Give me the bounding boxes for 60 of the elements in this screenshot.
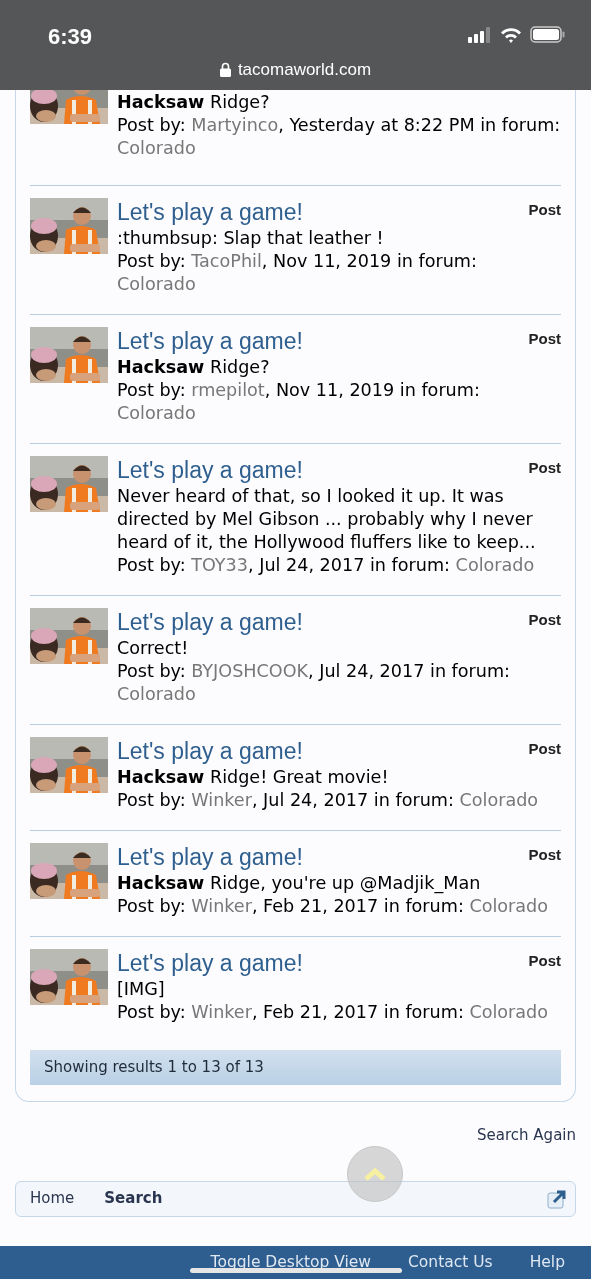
forum-link[interactable]: Colorado: [117, 138, 196, 158]
forum-link[interactable]: Colorado: [459, 790, 539, 810]
jump-icon[interactable]: [547, 1188, 567, 1209]
result-snippet: Hacksaw Ridge, you're up @Madjik_Man: [117, 872, 482, 895]
result-meta: Post by: Winker, Jul 24, 2017 in forum: Colorado: [117, 789, 540, 812]
breadcrumb-link[interactable]: Home: [30, 1187, 105, 1210]
lock-icon: [219, 62, 231, 78]
breadcrumb-link[interactable]: Search: [104, 1187, 193, 1210]
result-type-label: Post: [528, 739, 561, 759]
forum-link[interactable]: Colorado: [117, 403, 196, 423]
forum-link[interactable]: Colorado: [117, 684, 196, 704]
result-type-label: Post: [528, 951, 561, 971]
result-title-link[interactable]: Let's play a game!: [117, 948, 303, 978]
result-title-link[interactable]: Let's play a game!: [117, 455, 303, 485]
results-summary-bar: Showing results 1 to 13 of 13: [30, 1050, 561, 1085]
result-snippet: [IMG]: [117, 978, 166, 1001]
address-bar-url[interactable]: tacomaworld.com: [237, 57, 372, 83]
result-snippet: Hacksaw Ridge?: [117, 356, 271, 379]
author-link[interactable]: Martyinco: [191, 115, 279, 135]
result-meta: Post by: TOY33, Jul 24, 2017 in forum: Colorado: [117, 554, 536, 577]
result-type-label: Post: [528, 845, 561, 865]
footer-link[interactable]: Contact Us: [408, 1250, 493, 1275]
footer-link[interactable]: Help: [529, 1250, 565, 1275]
result-meta: Post by: BYJOSHCOOK, Jul 24, 2017 in forum: Colorado: [117, 660, 512, 706]
result-type-label: Post: [528, 610, 561, 630]
chevron-up-icon: [364, 1167, 386, 1181]
author-link[interactable]: Winker: [191, 790, 252, 810]
result-snippet: :thumbsup: Slap that leather !: [117, 227, 385, 250]
search-again-link[interactable]: Search Again: [477, 1124, 576, 1147]
forum-link[interactable]: Colorado: [117, 274, 196, 294]
result-meta: Post by: TacoPhil, Nov 11, 2019 in forum: Colorado: [117, 250, 478, 296]
result-type-label: Post: [528, 200, 561, 220]
result-title-link[interactable]: Let's play a game!: [117, 736, 303, 766]
result-title-link[interactable]: Let's play a game!: [117, 607, 303, 637]
result-snippet: Hacksaw Ridge?: [117, 91, 271, 114]
status-time: 6:39: [48, 23, 93, 51]
author-link[interactable]: Winker: [191, 896, 252, 916]
result-snippet: Hacksaw Ridge! Great movie!: [117, 766, 390, 789]
result-title-link[interactable]: Let's play a game!: [117, 197, 303, 227]
author-link[interactable]: TOY33: [191, 555, 248, 575]
author-link[interactable]: rmepilot: [191, 380, 265, 400]
forum-link[interactable]: Colorado: [469, 1002, 549, 1022]
forum-link[interactable]: Colorado: [455, 555, 535, 575]
result-meta: Post by: Winker, Feb 21, 2017 in forum: Colorado: [117, 895, 550, 918]
wifi-icon: [500, 26, 522, 43]
result-meta: Post by: Martyinco, Yesterday at 8:22 PM in forum: Colorado: [117, 114, 561, 160]
result-title-link[interactable]: Let's play a game!: [117, 326, 303, 356]
result-meta: Post by: rmepilot, Nov 11, 2019 in forum: Colorado: [117, 379, 481, 425]
author-link[interactable]: BYJOSHCOOK: [191, 661, 309, 681]
result-meta: Post by: Winker, Feb 21, 2017 in forum: Colorado: [117, 1001, 550, 1024]
battery-icon: [530, 26, 565, 43]
result-snippet: Never heard of that, so I looked it up. It was directed by Mel Gibson ... probably why I never heard of it, the Hollywood fluffers like to keep...: [117, 485, 537, 554]
result-title-link[interactable]: Let's play a game!: [117, 842, 303, 872]
author-link[interactable]: Winker: [191, 1002, 252, 1022]
author-link[interactable]: TacoPhil: [191, 251, 262, 271]
signal-icon: [468, 26, 492, 43]
result-type-label: Post: [528, 458, 561, 478]
forum-link[interactable]: Colorado: [469, 896, 549, 916]
result-type-label: Post: [528, 329, 561, 349]
result-snippet: Correct!: [117, 637, 190, 660]
